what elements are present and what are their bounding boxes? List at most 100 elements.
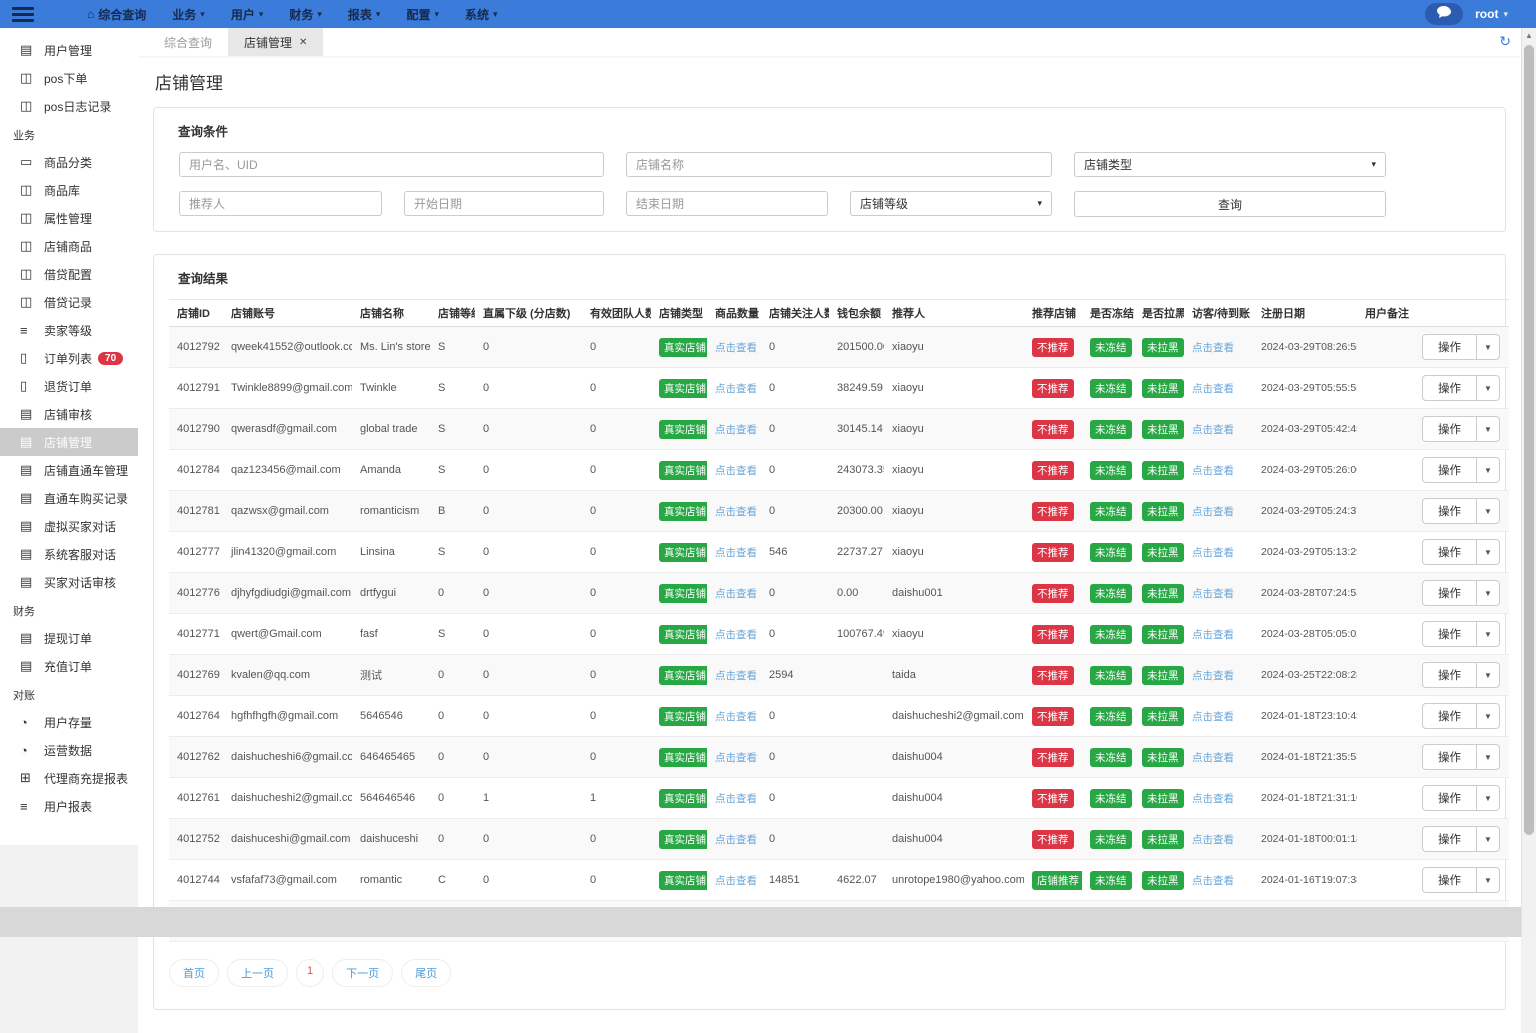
sidebar-item[interactable]: ≡卖家等级 — [0, 316, 138, 344]
sidebar-item[interactable]: ≡用户报表 — [0, 792, 138, 820]
action-button[interactable]: 操作▼ — [1422, 867, 1500, 893]
sidebar-item[interactable]: ▤用户管理 — [0, 36, 138, 64]
prev-page-button[interactable]: 上一页 — [227, 959, 288, 987]
chevron-down-icon[interactable]: ▼ — [1476, 581, 1499, 605]
chevron-down-icon[interactable]: ▼ — [1476, 745, 1499, 769]
action-button[interactable]: 操作▼ — [1422, 539, 1500, 565]
visitors-view-link[interactable]: 点击查看 — [1192, 424, 1234, 436]
sidebar-item[interactable]: ▤虚拟买家对话 — [0, 512, 138, 540]
sidebar-item[interactable]: ▤店铺管理 — [0, 428, 138, 456]
goods-view-link[interactable]: 点击查看 — [715, 834, 757, 846]
goods-view-link[interactable]: 点击查看 — [715, 711, 757, 723]
goods-view-link[interactable]: 点击查看 — [715, 793, 757, 805]
scrollbar-thumb[interactable] — [1524, 45, 1534, 835]
nav-menu-item[interactable]: ⌂综合查询 — [74, 6, 159, 23]
sidebar-item[interactable]: ▯退货订单 — [0, 372, 138, 400]
sidebar-item[interactable]: ▤提现订单 — [0, 624, 138, 652]
chevron-down-icon[interactable]: ▼ — [1476, 663, 1499, 687]
user-menu[interactable]: root ▾ — [1475, 7, 1508, 21]
goods-view-link[interactable]: 点击查看 — [715, 547, 757, 559]
action-button[interactable]: 操作▼ — [1422, 416, 1500, 442]
visitors-view-link[interactable]: 点击查看 — [1192, 875, 1234, 887]
page-number[interactable]: 1 — [296, 959, 324, 987]
visitors-view-link[interactable]: 点击查看 — [1192, 670, 1234, 682]
next-page-button[interactable]: 下一页 — [332, 959, 393, 987]
last-page-button[interactable]: 尾页 — [401, 959, 451, 987]
action-button[interactable]: 操作▼ — [1422, 703, 1500, 729]
sidebar-item[interactable]: ◫pos下单 — [0, 64, 138, 92]
visitors-view-link[interactable]: 点击查看 — [1192, 711, 1234, 723]
visitors-view-link[interactable]: 点击查看 — [1192, 506, 1234, 518]
username-input[interactable] — [179, 152, 604, 177]
referrer-input[interactable] — [179, 191, 382, 216]
search-button[interactable]: 查询 — [1074, 191, 1386, 217]
sidebar-item[interactable]: ◫借贷配置 — [0, 260, 138, 288]
sidebar-item[interactable]: ⊞代理商充提报表 — [0, 764, 138, 792]
chevron-down-icon[interactable]: ▼ — [1476, 704, 1499, 728]
nav-menu-item[interactable]: 用户▾ — [218, 6, 277, 23]
goods-view-link[interactable]: 点击查看 — [715, 629, 757, 641]
vertical-scrollbar[interactable]: ▲ — [1521, 28, 1536, 937]
visitors-view-link[interactable]: 点击查看 — [1192, 793, 1234, 805]
goods-view-link[interactable]: 点击查看 — [715, 342, 757, 354]
shop-name-input[interactable] — [626, 152, 1052, 177]
sidebar-item[interactable]: ◫店铺商品 — [0, 232, 138, 260]
scroll-up-icon[interactable]: ▲ — [1522, 28, 1536, 44]
action-button[interactable]: 操作▼ — [1422, 744, 1500, 770]
action-button[interactable]: 操作▼ — [1422, 334, 1500, 360]
goods-view-link[interactable]: 点击查看 — [715, 588, 757, 600]
tab-inactive[interactable]: 综合查询 — [148, 28, 228, 56]
sidebar-item[interactable]: ▭商品分类 — [0, 148, 138, 176]
chevron-down-icon[interactable]: ▼ — [1476, 622, 1499, 646]
sidebar-item[interactable]: ◫pos日志记录 — [0, 92, 138, 120]
first-page-button[interactable]: 首页 — [169, 959, 219, 987]
visitors-view-link[interactable]: 点击查看 — [1192, 629, 1234, 641]
goods-view-link[interactable]: 点击查看 — [715, 875, 757, 887]
start-date-input[interactable] — [404, 191, 604, 216]
chevron-down-icon[interactable]: ▼ — [1476, 417, 1499, 441]
refresh-icon[interactable]: ↻ — [1499, 33, 1511, 50]
sidebar-item[interactable]: ▤店铺直通车管理 — [0, 456, 138, 484]
visitors-view-link[interactable]: 点击查看 — [1192, 547, 1234, 559]
action-button[interactable]: 操作▼ — [1422, 457, 1500, 483]
chevron-down-icon[interactable]: ▼ — [1476, 786, 1499, 810]
action-button[interactable]: 操作▼ — [1422, 826, 1500, 852]
shop-level-select[interactable]: 店铺等级 ▾ — [850, 191, 1052, 216]
visitors-view-link[interactable]: 点击查看 — [1192, 752, 1234, 764]
goods-view-link[interactable]: 点击查看 — [715, 383, 757, 395]
nav-menu-item[interactable]: 报表▾ — [335, 6, 394, 23]
chevron-down-icon[interactable]: ▼ — [1476, 335, 1499, 359]
sidebar-item[interactable]: ▤买家对话审核 — [0, 568, 138, 596]
action-button[interactable]: 操作▼ — [1422, 662, 1500, 688]
chevron-down-icon[interactable]: ▼ — [1476, 827, 1499, 851]
goods-view-link[interactable]: 点击查看 — [715, 424, 757, 436]
tab-active[interactable]: 店铺管理✕ — [228, 28, 323, 56]
goods-view-link[interactable]: 点击查看 — [715, 670, 757, 682]
nav-menu-item[interactable]: 业务▾ — [159, 6, 218, 23]
goods-view-link[interactable]: 点击查看 — [715, 506, 757, 518]
visitors-view-link[interactable]: 点击查看 — [1192, 383, 1234, 395]
goods-view-link[interactable]: 点击查看 — [715, 465, 757, 477]
chevron-down-icon[interactable]: ▼ — [1476, 499, 1499, 523]
sidebar-item[interactable]: ◫属性管理 — [0, 204, 138, 232]
visitors-view-link[interactable]: 点击查看 — [1192, 588, 1234, 600]
sidebar-item[interactable]: ▤系统客服对话 — [0, 540, 138, 568]
sidebar-item[interactable]: ▤店铺审核 — [0, 400, 138, 428]
close-icon[interactable]: ✕ — [299, 37, 307, 48]
sidebar-item[interactable]: ◔运营数据 — [0, 736, 138, 764]
chevron-down-icon[interactable]: ▼ — [1476, 868, 1499, 892]
chevron-down-icon[interactable]: ▼ — [1476, 458, 1499, 482]
action-button[interactable]: 操作▼ — [1422, 375, 1500, 401]
nav-menu-item[interactable]: 系统▾ — [452, 6, 511, 23]
visitors-view-link[interactable]: 点击查看 — [1192, 834, 1234, 846]
action-button[interactable]: 操作▼ — [1422, 785, 1500, 811]
sidebar-item[interactable]: ▤直通车购买记录 — [0, 484, 138, 512]
action-button[interactable]: 操作▼ — [1422, 621, 1500, 647]
nav-menu-item[interactable]: 配置▾ — [393, 6, 452, 23]
sidebar-item[interactable]: ◔用户存量 — [0, 708, 138, 736]
chevron-down-icon[interactable]: ▼ — [1476, 376, 1499, 400]
goods-view-link[interactable]: 点击查看 — [715, 752, 757, 764]
action-button[interactable]: 操作▼ — [1422, 580, 1500, 606]
sidebar-item[interactable]: ◫商品库 — [0, 176, 138, 204]
end-date-input[interactable] — [626, 191, 828, 216]
